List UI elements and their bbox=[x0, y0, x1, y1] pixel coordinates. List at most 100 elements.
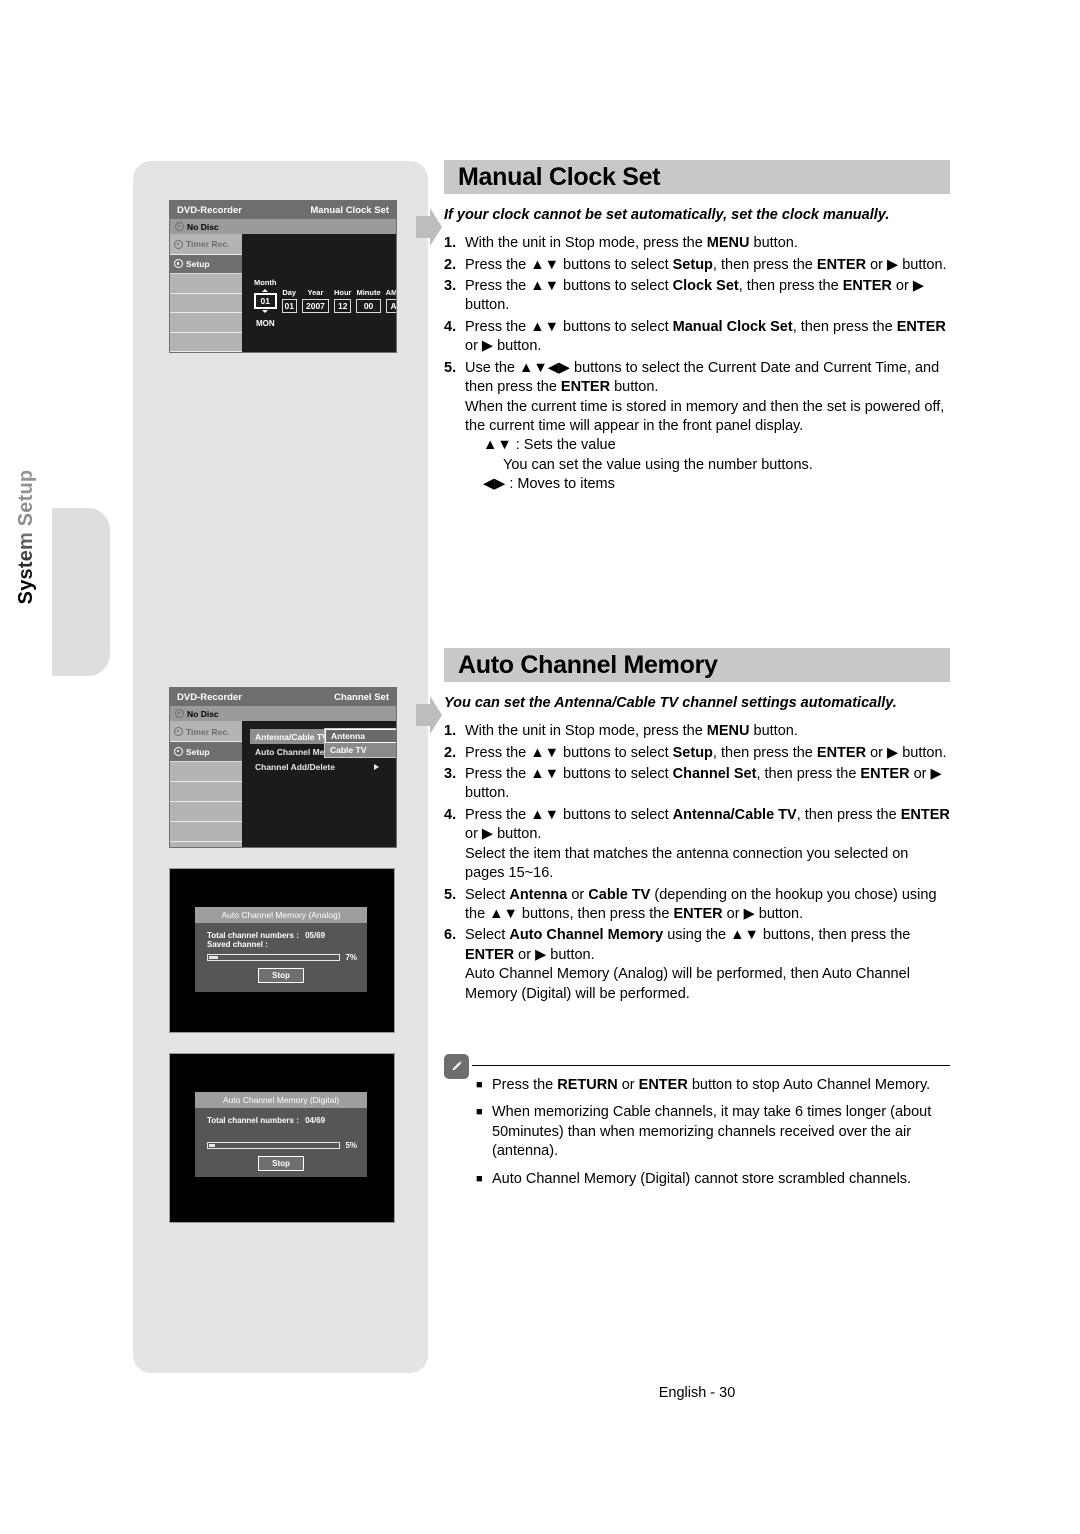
page-footer: English - 30 bbox=[658, 1385, 736, 1401]
total-channel-numbers-value: 05/69 bbox=[305, 931, 326, 940]
sidebar-item-setup[interactable]: Setup bbox=[170, 742, 242, 762]
step-item: 4. Press the ▲▼ buttons to select Antenn… bbox=[444, 806, 950, 884]
note-divider bbox=[472, 1065, 950, 1066]
caret-down-icon bbox=[262, 310, 269, 313]
sidebar-item-empty bbox=[170, 274, 242, 294]
clock-field-minute[interactable]: Minute 00 bbox=[356, 288, 381, 313]
section-manual-clock-set: Manual Clock Set If your clock cannot be… bbox=[416, 160, 950, 497]
clock-field-value: 01 bbox=[281, 299, 297, 313]
sidebar-item-empty bbox=[170, 294, 242, 313]
sidebar-item-timer-rec[interactable]: Timer Rec. bbox=[170, 235, 242, 255]
progress-screen-digital: Auto Channel Memory (Digital) Total chan… bbox=[169, 1053, 395, 1223]
dialog-title: Auto Channel Memory (Digital) bbox=[195, 1092, 367, 1108]
sidebar-item-empty bbox=[170, 822, 242, 842]
step-text: Use the ▲▼◀▶ buttons to select the Curre… bbox=[465, 359, 945, 493]
progress-screen-analog: Auto Channel Memory (Analog) Total chann… bbox=[169, 868, 395, 1033]
section-intro: You can set the Antenna/Cable TV channel… bbox=[444, 695, 897, 711]
note-text: Auto Channel Memory (Digital) cannot sto… bbox=[492, 1170, 912, 1187]
step-text: Press the ▲▼ buttons to select Setup, th… bbox=[465, 744, 947, 761]
clock-field-label: Year bbox=[307, 288, 324, 297]
progress-bar bbox=[207, 954, 341, 961]
clock-field-label: AMPM bbox=[385, 288, 397, 297]
section-tab-system-setup: System Setup bbox=[15, 470, 110, 676]
clock-field-day[interactable]: Day 01 bbox=[281, 288, 297, 313]
disc-icon bbox=[175, 709, 184, 718]
clock-field-value: 12 bbox=[333, 299, 352, 313]
step-item: 2. Press the ▲▼ buttons to select Setup,… bbox=[444, 744, 950, 763]
saved-channel-label: Saved channel : bbox=[207, 940, 268, 949]
sidebar-item-label: Setup bbox=[186, 258, 210, 269]
note-item: ■ When memorizing Cable channels, it may… bbox=[476, 1103, 950, 1161]
osd-sidebar: Timer Rec. Setup bbox=[170, 234, 242, 352]
clock-field-hour[interactable]: Hour 12 bbox=[333, 288, 352, 313]
step-item: 5. Select Antenna or Cable TV (depending… bbox=[444, 886, 950, 925]
clock-icon bbox=[174, 727, 183, 736]
sidebar-item-timer-rec[interactable]: Timer Rec. bbox=[170, 722, 242, 742]
clock-field-month[interactable]: Month 01 bbox=[254, 278, 277, 313]
stop-button[interactable]: Stop bbox=[258, 1156, 304, 1171]
caret-up-icon bbox=[262, 289, 269, 292]
osd-disc-status: No Disc bbox=[170, 219, 396, 234]
sidebar-item-empty bbox=[170, 313, 242, 333]
stop-button[interactable]: Stop bbox=[258, 968, 304, 983]
clock-icon bbox=[174, 239, 183, 249]
sidebar-item-label: Timer Rec. bbox=[186, 239, 230, 250]
bullet-icon: ■ bbox=[476, 1079, 483, 1091]
step-text: Press the ▲▼ buttons to select Setup, th… bbox=[465, 256, 947, 273]
sidebar-item-empty bbox=[170, 762, 242, 782]
submenu-item-cable-tv[interactable]: Cable TV bbox=[325, 743, 396, 757]
total-channel-numbers-label: Total channel numbers : bbox=[207, 1116, 299, 1125]
step-number: 4. bbox=[444, 806, 457, 823]
osd-device-name: DVD-Recorder bbox=[177, 204, 242, 216]
note-box: ■ Press the RETURN or ENTER button to st… bbox=[444, 1054, 950, 1197]
step-item: 3. Press the ▲▼ buttons to select Channe… bbox=[444, 765, 950, 804]
osd-sidebar: Timer Rec. Setup bbox=[170, 721, 242, 847]
sidebar-item-setup[interactable]: Setup bbox=[170, 254, 242, 274]
clock-field-year[interactable]: Year 2007 bbox=[301, 288, 329, 313]
progress-percent-label: 5% bbox=[345, 1141, 357, 1150]
sidebar-item-empty bbox=[170, 782, 242, 802]
submenu-item-antenna[interactable]: Antenna bbox=[325, 729, 396, 743]
total-channel-numbers-row: Total channel numbers : 05/69 bbox=[195, 931, 367, 940]
step-number: 4. bbox=[444, 318, 457, 335]
pencil-icon bbox=[444, 1054, 469, 1079]
step-number: 6. bbox=[444, 927, 457, 944]
submenu-item-label: Antenna bbox=[331, 731, 365, 741]
note-item: ■ Auto Channel Memory (Digital) cannot s… bbox=[476, 1170, 950, 1189]
submenu-item-label: Cable TV bbox=[330, 745, 367, 755]
clock-field-value: 01 bbox=[254, 293, 277, 309]
osd-manual-clock-set: DVD-Recorder Manual Clock Set No Disc Ti… bbox=[169, 200, 397, 353]
clock-field-ampm[interactable]: AMPM AM bbox=[385, 288, 397, 313]
dialog-title: Auto Channel Memory (Analog) bbox=[195, 907, 367, 923]
section-pointer-arrow bbox=[416, 696, 442, 734]
chevron-right-icon bbox=[374, 763, 379, 770]
step-item: 2. Press the ▲▼ buttons to select Setup,… bbox=[444, 256, 950, 275]
osd-footer-bar: ✥ MOVE ☞ ENTER ↶ RETURN ⇥EXIT bbox=[170, 352, 396, 353]
clock-field-value: 00 bbox=[356, 299, 381, 313]
steps-list-manual-clock-set: 1. With the unit in Stop mode, press the… bbox=[444, 234, 950, 494]
osd-disc-status-label: No Disc bbox=[187, 221, 219, 232]
clock-field-value: AM bbox=[385, 299, 396, 313]
disc-icon bbox=[175, 222, 184, 231]
osd-channel-set: DVD-Recorder Channel Set No Disc Timer R… bbox=[169, 687, 397, 848]
section-title: Manual Clock Set bbox=[444, 160, 950, 194]
step-text: Press the ▲▼ buttons to select Clock Set… bbox=[465, 277, 924, 314]
total-channel-numbers-label: Total channel numbers : bbox=[207, 931, 299, 940]
step-text: Select Antenna or Cable TV (depending on… bbox=[465, 886, 937, 922]
gear-icon bbox=[174, 747, 183, 756]
step-number: 2. bbox=[444, 256, 457, 273]
sidebar-item-empty bbox=[170, 802, 242, 822]
bullet-icon: ■ bbox=[476, 1172, 483, 1185]
osd-device-name: DVD-Recorder bbox=[177, 691, 242, 703]
antenna-cable-submenu: Antenna Cable TV bbox=[324, 728, 396, 758]
gear-icon bbox=[174, 259, 183, 269]
menu-item-channel-add-delete[interactable]: Channel Add/Delete bbox=[250, 759, 385, 774]
saved-channel-row: Saved channel : bbox=[195, 940, 367, 949]
osd-content-area: Antenna/Cable TV Auto Channel Memory Cha… bbox=[242, 721, 396, 847]
osd-disc-status: No Disc bbox=[170, 706, 396, 721]
osd-titlebar: DVD-Recorder Manual Clock Set bbox=[170, 201, 396, 219]
menu-item-label: Antenna/Cable TV bbox=[255, 731, 328, 742]
clock-fields: Month 01 Day 01 Year 2007 Hour 12 Minute… bbox=[254, 278, 397, 313]
note-item: ■ Press the RETURN or ENTER button to st… bbox=[476, 1076, 950, 1095]
clock-field-label: Day bbox=[282, 288, 297, 297]
